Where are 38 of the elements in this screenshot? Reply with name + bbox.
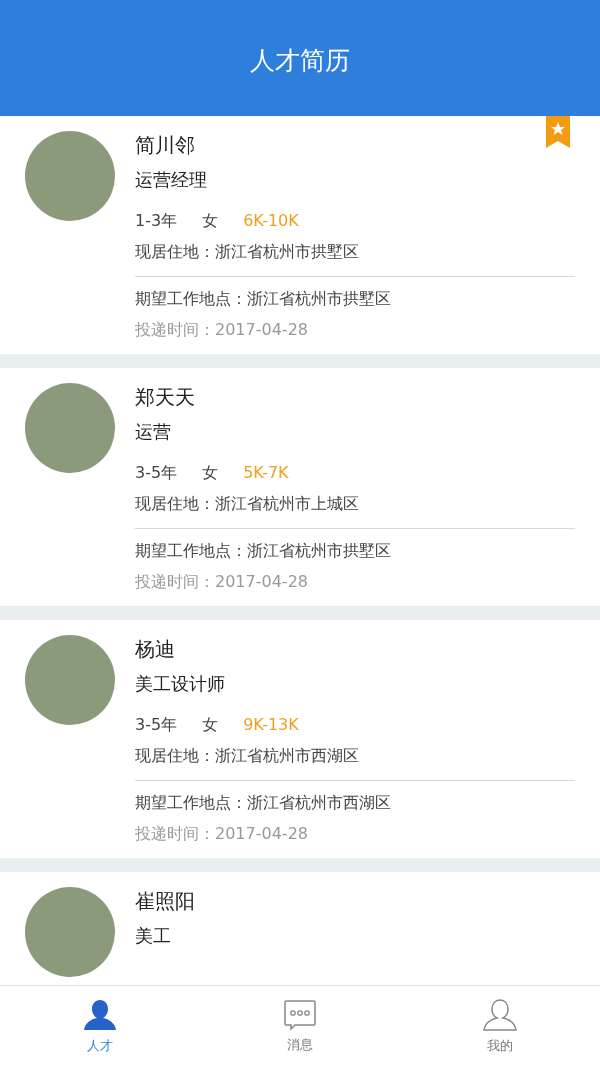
person-icon [482,997,518,1032]
residence-text: 现居住地：浙江省杭州市西湖区 [135,745,360,767]
expected-location-text: 期望工作地点：浙江省杭州市西湖区 [135,792,392,814]
job-position: 运营经理 [135,168,207,192]
expected-location-text: 期望工作地点：浙江省杭州市拱墅区 [135,288,392,310]
gender-text: 女 [202,462,219,484]
candidate-name: 郑天天 [135,384,195,411]
resume-card[interactable]: 郑天天 运营 3-5年 女 5K-7K 现居住地：浙江省杭州市上城区 期望工作地点：浙江省杭州市拱墅区 投递时间：2017-04-28 [0,368,600,606]
job-position: 美工 [135,924,171,948]
resume-card[interactable]: 杨迪 美工设计师 3-5年 女 9K-13K 现居住地：浙江省杭州市西湖区 期望工作地点：浙江省杭州市西湖区 投递时间：2017-04-28 [0,620,600,858]
submission-date: 投递时间：2017-04-28 [135,571,309,593]
nav-tab[interactable]: 我的 [400,986,600,1067]
salary-text: 5K-7K [243,462,289,484]
nav-tab[interactable]: 人才 [0,986,200,1067]
expected-location-text: 期望工作地点：浙江省杭州市拱墅区 [135,540,392,562]
candidate-name: 简川邻 [135,132,195,159]
page-title: 人才简历 [250,45,350,78]
residence-text: 现居住地：浙江省杭州市上城区 [135,493,360,515]
candidate-name: 杨迪 [135,636,175,663]
submission-date: 投递时间：2017-04-28 [135,319,309,341]
resume-card[interactable]: 简川邻 运营经理 1-3年 女 6K-10K 现居住地：浙江省杭州市拱墅区 期望工作地点：浙江省杭州市拱墅区 投递时间：2017-04-28 [0,116,600,354]
job-position: 美工设计师 [135,672,225,696]
bookmark-star-icon[interactable] [546,116,570,148]
nav-tab[interactable]: 消息 [200,986,400,1067]
candidate-name: 崔照阳 [135,888,195,915]
salary-text: 6K-10K [243,210,299,232]
residence-text: 现居住地：浙江省杭州市拱墅区 [135,241,360,263]
gender-text: 女 [202,210,219,232]
submission-date: 投递时间：2017-04-28 [135,823,309,845]
experience-text: 1-3年 [135,210,178,232]
experience-text: 3-5年 [135,714,178,736]
job-position: 运营 [135,420,171,444]
person-icon [82,997,118,1032]
salary-text: 9K-13K [243,714,299,736]
gender-text: 女 [202,714,219,736]
experience-text: 3-5年 [135,462,178,484]
chat-bubble-icon [283,998,317,1031]
resume-card[interactable]: 崔照阳 美工 [0,872,600,985]
